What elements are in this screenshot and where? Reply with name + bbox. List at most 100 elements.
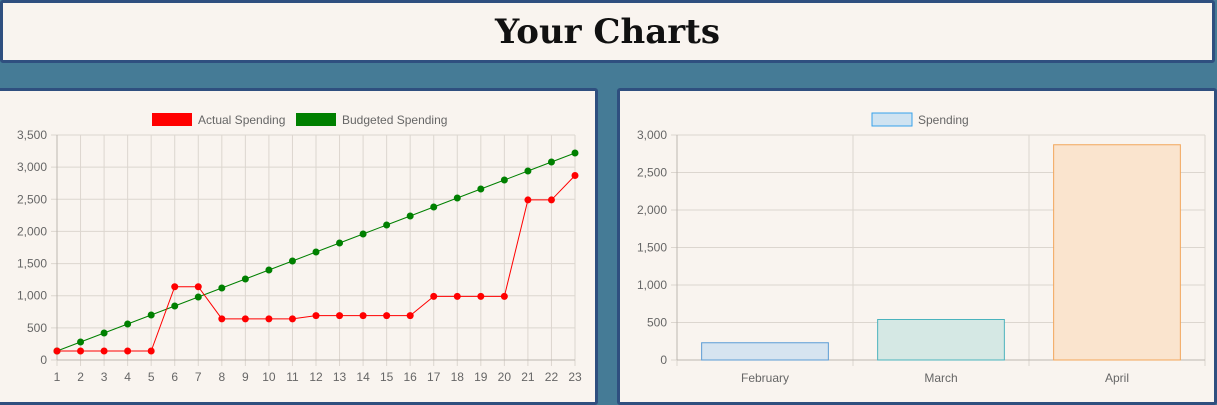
x-tick-label: 13	[333, 370, 347, 384]
x-tick-label: 19	[474, 370, 488, 384]
x-tick-label: 14	[356, 370, 370, 384]
y-tick-label: 500	[647, 316, 667, 330]
legend-swatch	[296, 113, 336, 126]
x-tick-label: 1	[54, 370, 61, 384]
data-point	[406, 212, 414, 220]
data-point	[265, 315, 273, 323]
data-point	[571, 149, 579, 157]
data-point	[430, 292, 438, 300]
data-point	[547, 196, 555, 204]
y-tick-label: 3,500	[17, 128, 47, 142]
x-tick-label: 21	[521, 370, 535, 384]
x-tick-label: 8	[218, 370, 225, 384]
data-point	[124, 347, 132, 355]
data-point	[453, 292, 461, 300]
data-point	[383, 312, 391, 320]
x-tick-label: April	[1105, 371, 1129, 385]
x-tick-label: 5	[148, 370, 155, 384]
x-tick-label: 16	[404, 370, 418, 384]
x-tick-label: 23	[568, 370, 582, 384]
line-chart-panel: 0 500 1,000 1,500 2,000 2,500 3,000 3,500 1 2 3 4 5 6…	[0, 88, 598, 405]
bar	[701, 342, 829, 361]
x-tick-label: 15	[380, 370, 394, 384]
y-tick-label: 2,000	[17, 224, 47, 238]
y-tick-label: 2,500	[17, 192, 47, 206]
data-point	[241, 315, 249, 323]
data-point	[288, 257, 296, 265]
x-tick-label: 4	[124, 370, 131, 384]
data-point	[77, 347, 85, 355]
x-tick-label: 3	[101, 370, 108, 384]
data-point	[477, 292, 485, 300]
legend-label: Budgeted Spending	[342, 113, 447, 127]
page-header: Your Charts	[0, 0, 1215, 63]
data-point	[265, 266, 273, 274]
y-tick-label: 1,500	[637, 241, 667, 255]
legend-label: Spending	[918, 113, 969, 127]
data-point	[336, 239, 344, 247]
data-point	[500, 176, 508, 184]
data-point	[524, 167, 532, 175]
x-tick-label: 9	[242, 370, 249, 384]
data-point	[383, 221, 391, 229]
data-point	[194, 283, 202, 291]
data-point	[147, 347, 155, 355]
data-point	[124, 320, 132, 328]
data-point	[77, 338, 85, 346]
data-point	[500, 292, 508, 300]
x-tick-label: 10	[262, 370, 276, 384]
y-tick-label: 3,000	[637, 128, 667, 142]
data-point	[171, 283, 179, 291]
data-point	[430, 203, 438, 211]
data-point	[241, 275, 249, 283]
data-point	[147, 311, 155, 319]
data-point	[406, 312, 414, 320]
y-tick-label: 2,000	[637, 203, 667, 217]
x-tick-label: March	[924, 371, 957, 385]
y-tick-label: 3,000	[17, 160, 47, 174]
data-point	[312, 248, 320, 256]
x-tick-label: 18	[451, 370, 465, 384]
data-point	[547, 158, 555, 166]
bar-chart-panel: 0 500 1,000 1,500 2,000 2,500 3,000 Spending Feb…	[617, 88, 1217, 405]
y-tick-label: 500	[27, 321, 47, 335]
y-tick-label: 2,500	[637, 166, 667, 180]
x-tick-label: 7	[195, 370, 202, 384]
data-point	[359, 230, 367, 238]
x-tick-label: 17	[427, 370, 441, 384]
y-tick-label: 1,500	[17, 257, 47, 271]
x-tick-label: 20	[498, 370, 512, 384]
legend-swatch	[152, 113, 192, 126]
data-point	[453, 194, 461, 202]
x-tick-label: 12	[309, 370, 323, 384]
legend-swatch	[871, 112, 913, 127]
x-tick-label: February	[741, 371, 789, 385]
bar-chart: 0 500 1,000 1,500 2,000 2,500 3,000 Spending Feb…	[637, 112, 1206, 385]
data-point	[218, 315, 226, 323]
data-point	[194, 293, 202, 301]
data-point	[359, 312, 367, 320]
data-point	[336, 312, 344, 320]
bar	[1053, 144, 1181, 361]
data-point	[53, 347, 61, 355]
bar	[877, 319, 1005, 361]
y-tick-label: 1,000	[17, 289, 47, 303]
y-tick-label: 1,000	[637, 278, 667, 292]
data-point	[171, 302, 179, 310]
x-tick-label: 6	[171, 370, 178, 384]
y-tick-label: 0	[660, 353, 667, 367]
data-point	[218, 284, 226, 292]
data-point	[100, 329, 108, 337]
x-tick-label: 22	[545, 370, 559, 384]
legend-label: Actual Spending	[198, 113, 285, 127]
data-point	[312, 312, 320, 320]
data-point	[524, 196, 532, 204]
y-tick-label: 0	[40, 353, 47, 367]
line-chart: 05001,0001,5002,0002,5003,0003,5001 2 3 4 5 6…	[17, 113, 582, 384]
data-point	[100, 347, 108, 355]
data-point	[571, 172, 579, 179]
data-point	[477, 185, 485, 193]
page-title: Your Charts	[494, 11, 721, 52]
x-tick-label: 11	[286, 370, 299, 384]
data-point	[288, 315, 296, 323]
